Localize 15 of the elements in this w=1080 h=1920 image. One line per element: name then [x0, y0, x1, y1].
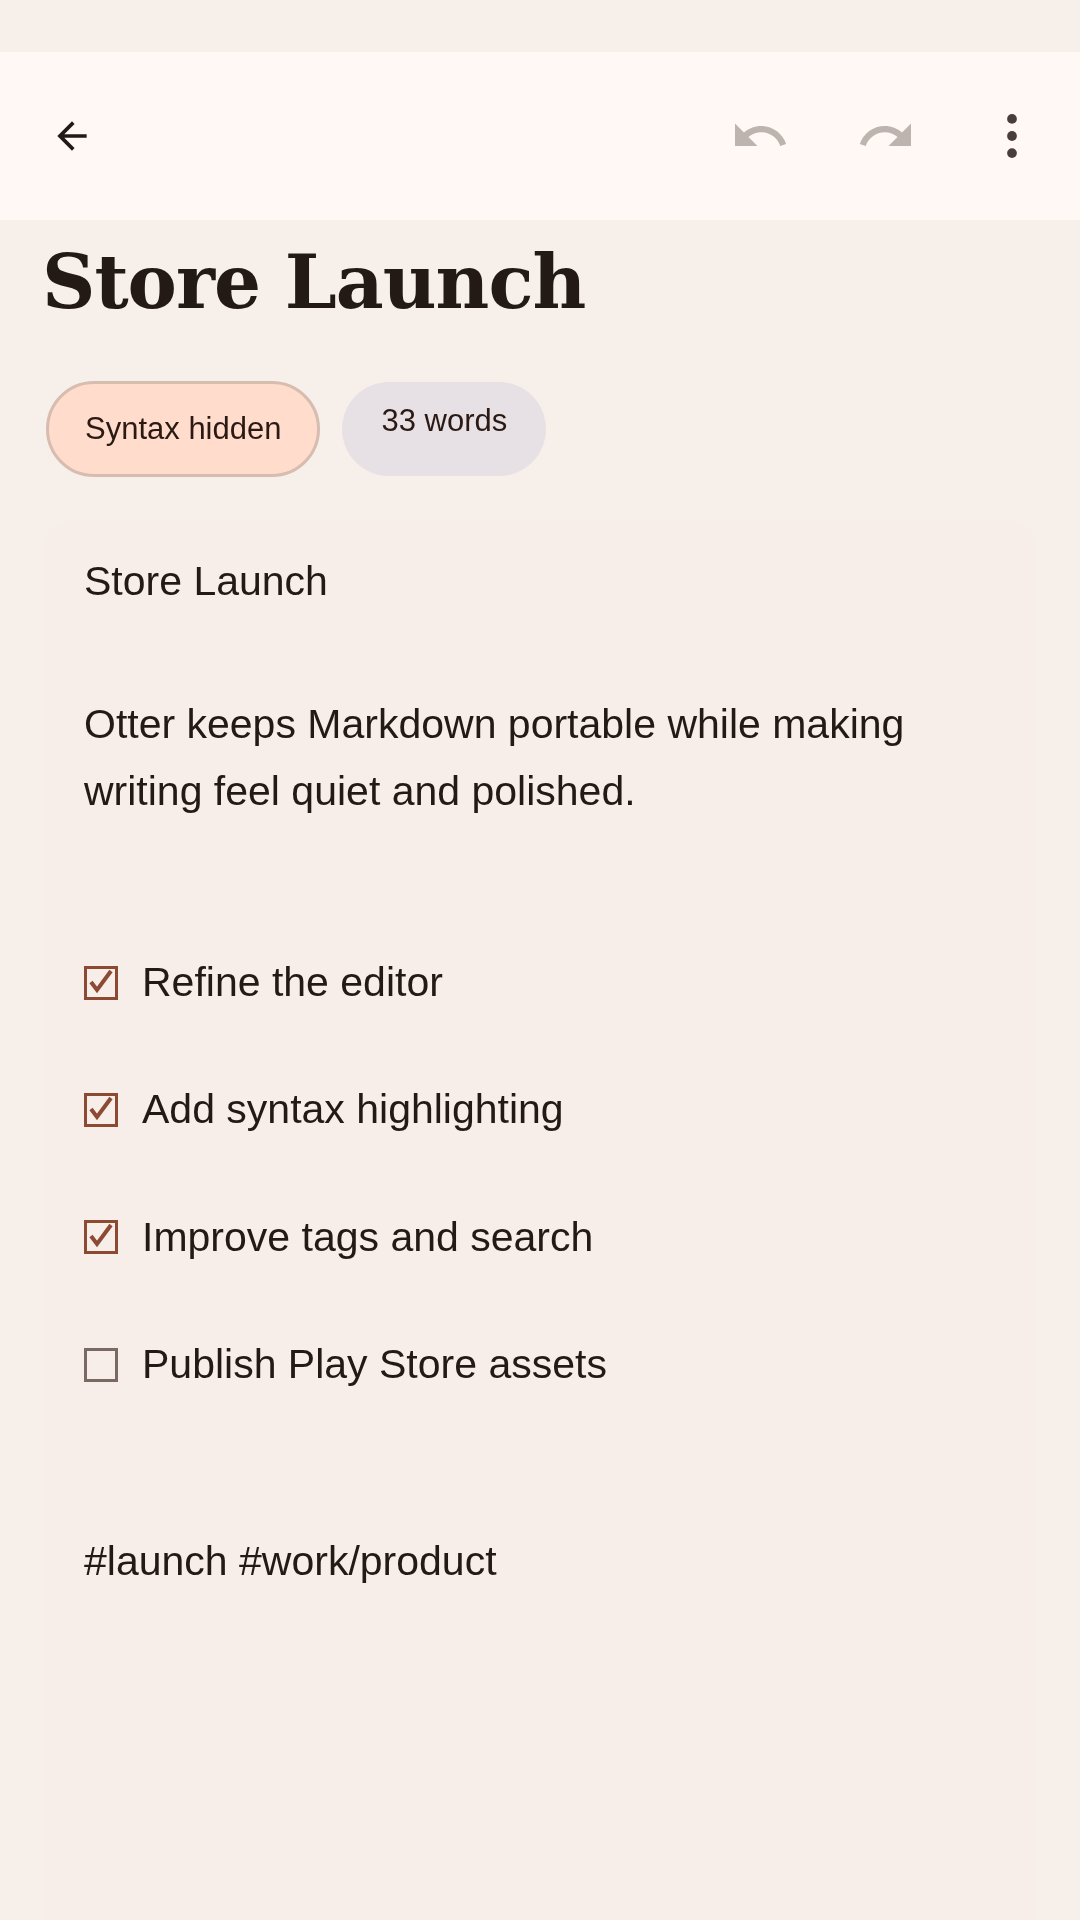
- paragraph-text: Otter keeps Markdown portable while making writing feel quiet and polished.: [84, 699, 906, 817]
- filter-chip[interactable]: Syntax hidden: [46, 381, 321, 478]
- task-text: Refine the editor: [142, 958, 443, 1008]
- task-text: Improve tags and search: [142, 1212, 594, 1262]
- checkbox[interactable]: [84, 965, 118, 1000]
- more-options-icon: [1007, 114, 1017, 158]
- tags-text: #launch #work/product: [84, 1537, 498, 1587]
- note-title: Store Launch: [42, 242, 587, 324]
- task-text: Add syntax highlighting: [142, 1085, 564, 1135]
- heading-text: Store Launch: [84, 557, 329, 607]
- checkbox[interactable]: [84, 1347, 118, 1382]
- task-text: Publish Play Store assets: [142, 1339, 607, 1389]
- checkbox[interactable]: [84, 1220, 118, 1255]
- checkbox[interactable]: [84, 1093, 118, 1127]
- count-chip[interactable]: 33 words: [342, 382, 547, 477]
